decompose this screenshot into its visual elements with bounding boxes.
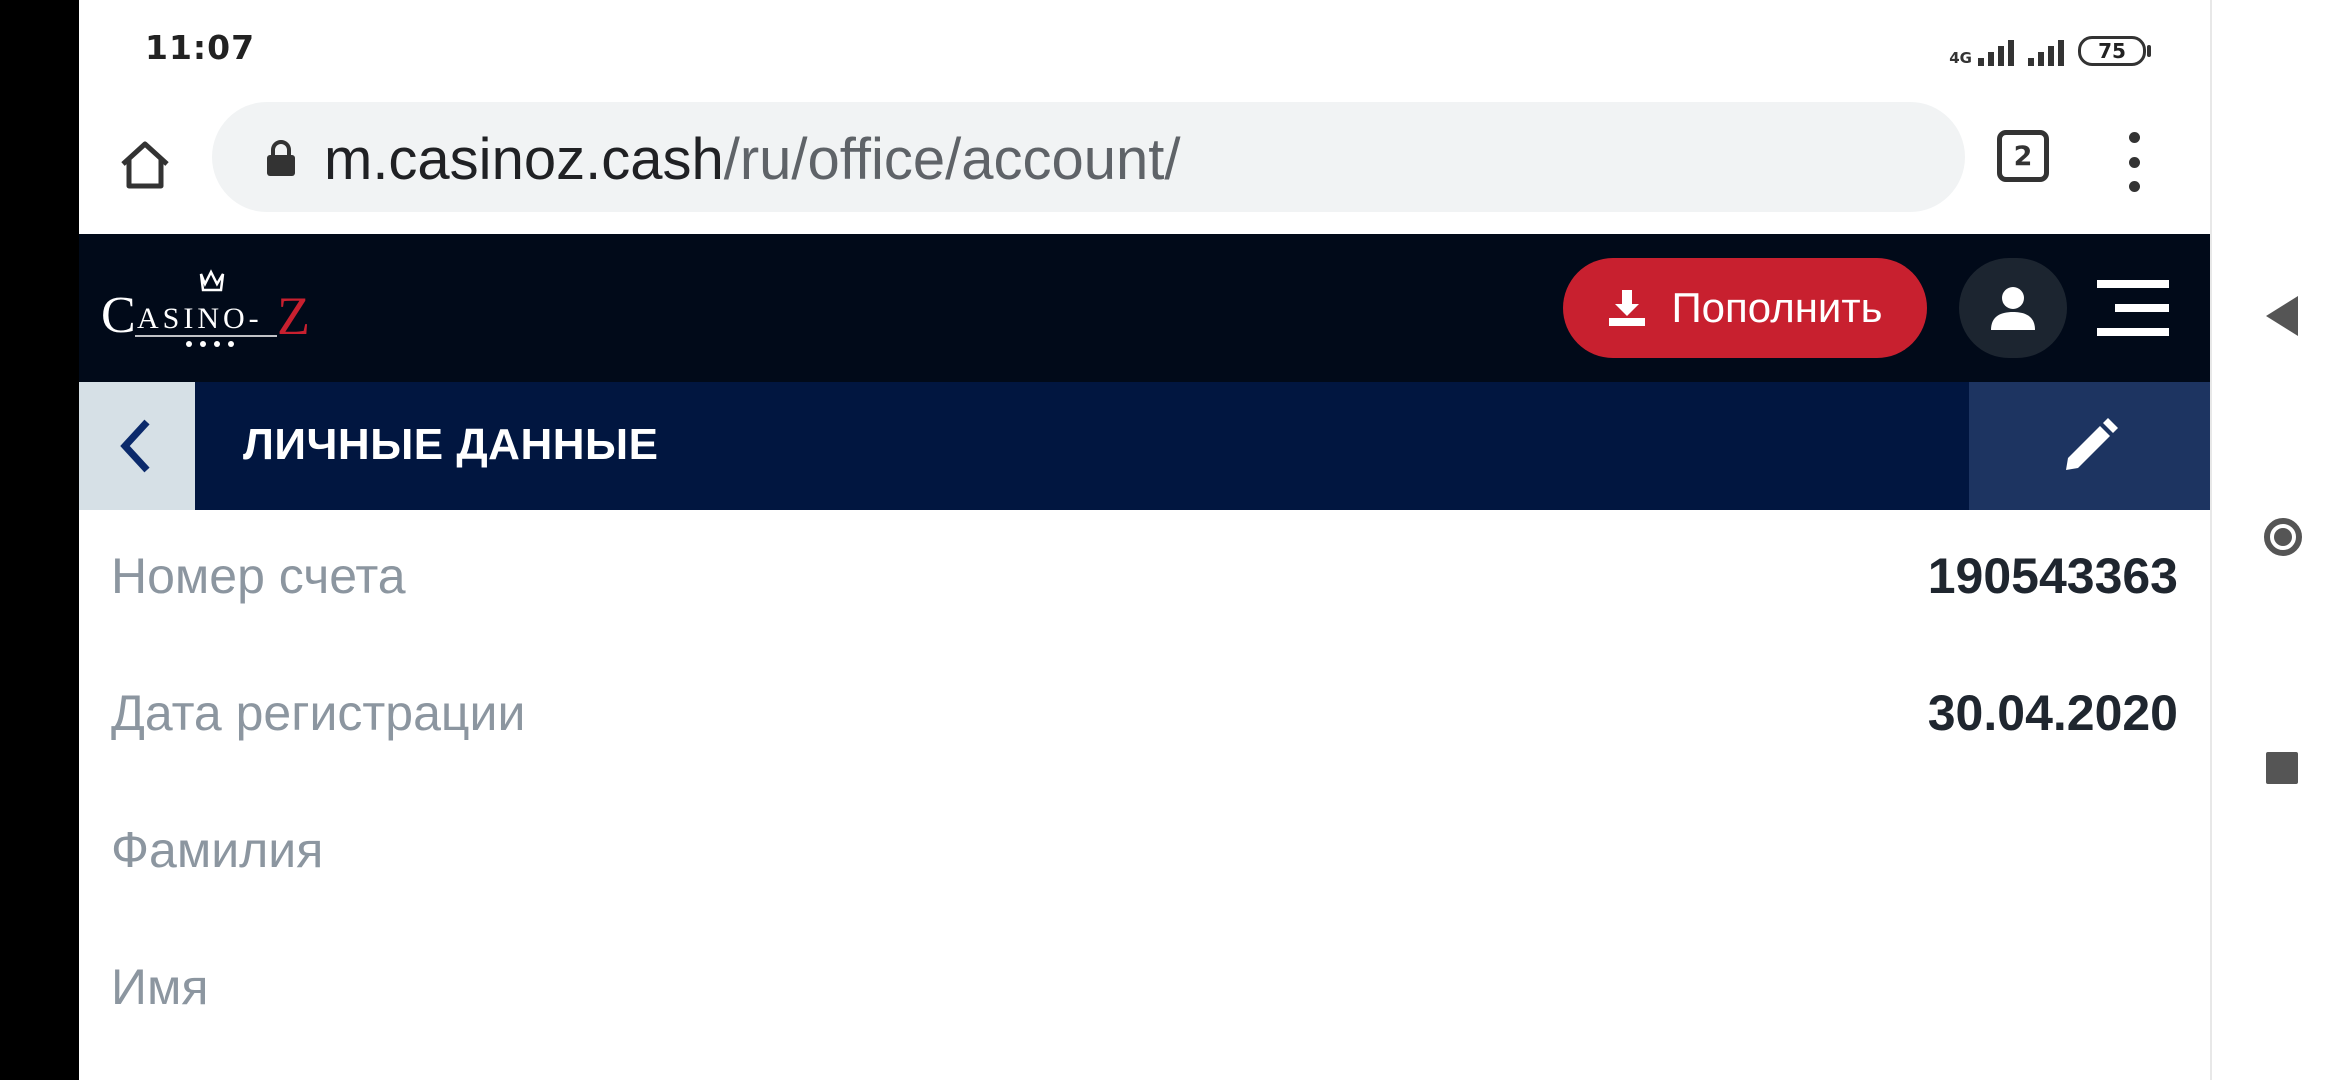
site-header: C ASINO- Z Пополнить — [79, 234, 2210, 382]
back-button[interactable] — [79, 382, 195, 510]
casino-z-logo[interactable]: C ASINO- Z — [101, 268, 321, 358]
field-label: Имя — [111, 959, 209, 1015]
nav-home-icon[interactable] — [2264, 518, 2302, 556]
svg-text:ASINO-: ASINO- — [137, 302, 263, 335]
url-text: m.casinoz.cash/ru/office/account/ — [324, 126, 1180, 193]
field-value: 30.04.2020 — [1927, 685, 2178, 741]
deposit-button[interactable]: Пополнить — [1563, 258, 1927, 358]
battery-icon: 75 — [2078, 36, 2151, 66]
lock-icon — [267, 140, 295, 176]
system-nav-bar — [2236, 0, 2340, 1080]
signal-icon — [1978, 36, 2014, 66]
home-button[interactable] — [109, 128, 181, 200]
field-label: Дата регистрации — [111, 685, 526, 741]
menu-line — [2115, 304, 2169, 312]
edit-button[interactable] — [1969, 382, 2210, 510]
personal-data-list: Номер счета 190543363 Дата регистрации 3… — [79, 510, 2210, 1058]
status-indicators: 4G 75 — [1949, 30, 2151, 67]
pencil-icon — [2066, 418, 2118, 470]
deposit-label: Пополнить — [1671, 284, 1883, 331]
profile-button[interactable] — [1959, 258, 2067, 358]
browser-menu-button[interactable] — [2119, 132, 2149, 192]
screen-edge — [2210, 0, 2236, 1080]
list-item: Фамилия — [79, 784, 2210, 921]
main-menu-button[interactable] — [2097, 280, 2169, 336]
field-value: 190543363 — [1927, 548, 2178, 604]
field-label: Номер счета — [111, 548, 406, 604]
browser-toolbar: m.casinoz.cash/ru/office/account/ 2 — [79, 92, 2210, 234]
list-item: Дата регистрации 30.04.2020 — [79, 647, 2210, 784]
phone-screen: 11:07 4G 75 m.casinoz.cash/ru/office/acc… — [79, 0, 2210, 1080]
svg-text:C: C — [101, 287, 136, 344]
list-item: Номер счета 190543363 — [79, 510, 2210, 647]
home-icon — [121, 141, 169, 189]
tab-switcher-button[interactable]: 2 — [1997, 130, 2049, 182]
menu-line — [2097, 280, 2169, 288]
url-path: /ru/office/account/ — [723, 127, 1181, 192]
download-icon — [1609, 290, 1646, 326]
address-bar[interactable]: m.casinoz.cash/ru/office/account/ — [212, 102, 1965, 212]
status-bar: 11:07 4G 75 — [79, 0, 2210, 92]
network-type-label: 4G — [1949, 49, 1972, 67]
nav-back-icon[interactable] — [2266, 296, 2298, 336]
field-label: Фамилия — [111, 822, 324, 878]
chevron-left-icon — [120, 419, 150, 473]
section-header: ЛИЧНЫЕ ДАННЫЕ — [79, 382, 2210, 510]
menu-line — [2097, 328, 2169, 336]
user-icon — [1991, 287, 2035, 330]
battery-level: 75 — [2098, 39, 2126, 63]
status-time: 11:07 — [145, 28, 256, 67]
url-host: m.casinoz.cash — [324, 127, 724, 192]
svg-text:Z: Z — [277, 286, 310, 346]
list-item: Имя — [79, 921, 2210, 1058]
page-title: ЛИЧНЫЕ ДАННЫЕ — [243, 420, 659, 469]
nav-recents-icon[interactable] — [2266, 752, 2298, 784]
signal-icon-2 — [2028, 36, 2064, 66]
